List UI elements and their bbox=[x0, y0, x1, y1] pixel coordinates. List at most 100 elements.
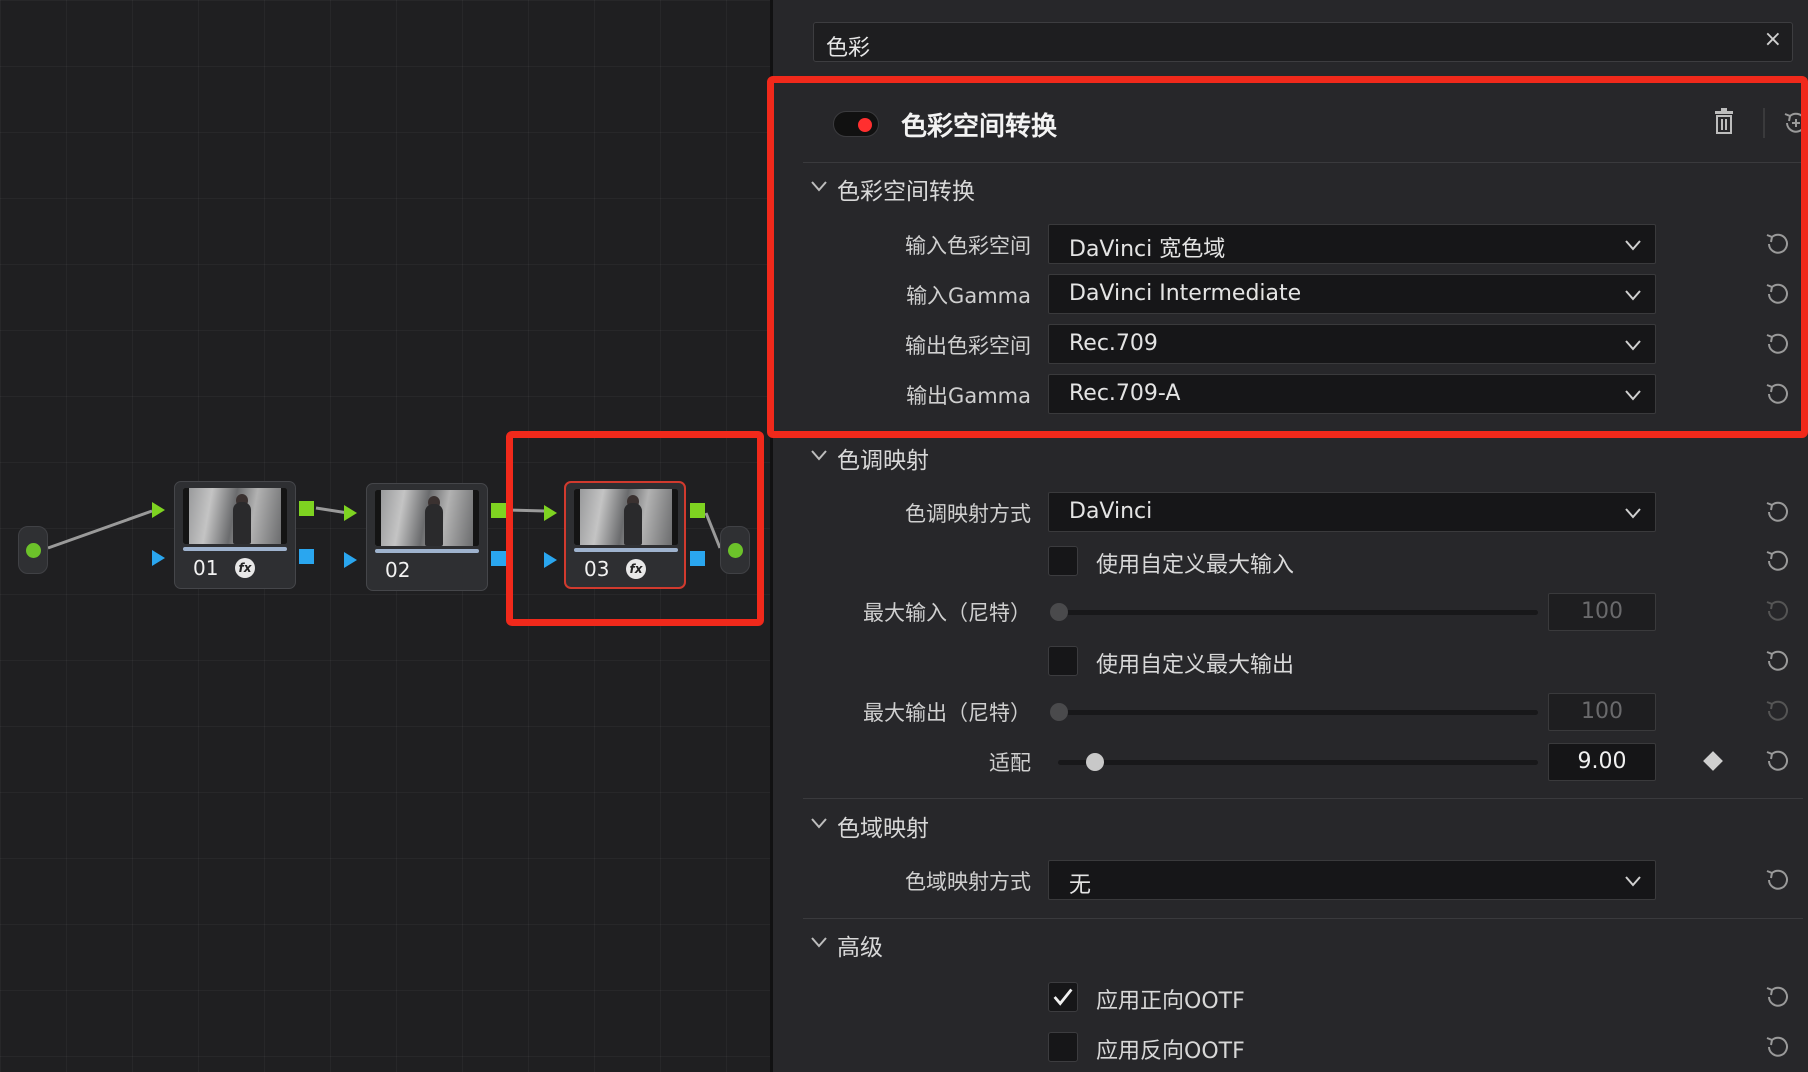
adaptation-label: 适配 bbox=[989, 751, 1031, 775]
tone-mapping-method-label: 色调映射方式 bbox=[905, 502, 1031, 526]
node-01-rgb-input-port[interactable] bbox=[152, 502, 165, 518]
reset-icon[interactable] bbox=[1763, 229, 1793, 259]
node-03-bar bbox=[574, 548, 678, 552]
dropdown-value: DaVinci bbox=[1069, 499, 1153, 524]
node-02-rgb-output-port[interactable] bbox=[491, 503, 506, 518]
max-input-slider-track[interactable] bbox=[1058, 610, 1538, 615]
output-pill[interactable] bbox=[720, 526, 750, 574]
adaptation-field[interactable]: 9.00 bbox=[1548, 743, 1656, 781]
header-separator bbox=[1763, 108, 1765, 138]
max-output-slider-knob[interactable] bbox=[1050, 703, 1068, 721]
node-03[interactable]: 03 fx bbox=[564, 481, 686, 589]
node-02-bar bbox=[375, 549, 479, 553]
max-input-slider-knob[interactable] bbox=[1050, 603, 1068, 621]
gamut-mapping-method-dropdown[interactable]: 无 bbox=[1048, 860, 1656, 900]
inspector-panel: 色彩 × 色彩空间转换 色彩空间转换 输入色彩空间 DaVinci 宽色域 输入… bbox=[767, 0, 1808, 1072]
checkmark-icon bbox=[1053, 988, 1073, 1006]
close-icon[interactable]: × bbox=[1764, 27, 1782, 52]
chevron-down-icon bbox=[1625, 340, 1641, 351]
node-01[interactable]: 01 fx bbox=[174, 481, 296, 589]
dropdown-value: Rec.709 bbox=[1069, 331, 1158, 356]
node-02-rgb-input-port[interactable] bbox=[344, 505, 357, 521]
node-02-key-input-port[interactable] bbox=[344, 552, 357, 568]
input-gamma-label: 输入Gamma bbox=[906, 284, 1031, 308]
chevron-down-icon bbox=[1625, 876, 1641, 887]
max-output-slider-track[interactable] bbox=[1058, 710, 1538, 715]
node-03-number: 03 bbox=[584, 557, 610, 581]
node-03-key-input-port[interactable] bbox=[544, 552, 557, 568]
reset-icon[interactable] bbox=[1763, 379, 1793, 409]
reset-all-icon[interactable] bbox=[1781, 108, 1808, 138]
effect-enable-toggle[interactable] bbox=[833, 111, 879, 137]
reset-icon[interactable] bbox=[1763, 696, 1793, 726]
apply-forward-ootf-checkbox[interactable] bbox=[1048, 982, 1078, 1012]
input-color-space-dropdown[interactable]: DaVinci 宽色域 bbox=[1048, 224, 1656, 264]
node-01-bar bbox=[183, 547, 287, 551]
output-gamma-label: 输出Gamma bbox=[906, 384, 1031, 408]
reset-icon[interactable] bbox=[1763, 1032, 1793, 1062]
node-02[interactable]: 02 bbox=[366, 483, 488, 591]
tone-mapping-method-dropdown[interactable]: DaVinci bbox=[1048, 492, 1656, 532]
custom-max-input-label: 使用自定义最大输入 bbox=[1096, 553, 1295, 578]
reset-icon[interactable] bbox=[1763, 497, 1793, 527]
output-color-space-label: 输出色彩空间 bbox=[905, 334, 1031, 358]
node-editor-panel[interactable]: 01 fx 02 03 fx bbox=[0, 0, 770, 1072]
source-input-dot[interactable] bbox=[26, 543, 41, 558]
node-03-rgb-input-port[interactable] bbox=[544, 505, 557, 521]
node-01-number: 01 bbox=[193, 556, 219, 580]
effect-header: 色彩空间转换 bbox=[803, 96, 1806, 152]
adaptation-slider-knob[interactable] bbox=[1086, 753, 1104, 771]
effect-title: 色彩空间转换 bbox=[901, 112, 1058, 142]
node-03-rgb-output-port[interactable] bbox=[690, 503, 705, 518]
reset-icon[interactable] bbox=[1763, 865, 1793, 895]
output-dot[interactable] bbox=[728, 543, 743, 558]
section-title: 色域映射 bbox=[837, 816, 929, 842]
apply-inverse-ootf-checkbox[interactable] bbox=[1048, 1032, 1078, 1062]
apply-forward-ootf-label: 应用正向OOTF bbox=[1096, 989, 1245, 1014]
max-output-nits-label: 最大输出（尼特） bbox=[863, 701, 1031, 725]
reset-icon[interactable] bbox=[1763, 596, 1793, 626]
chevron-down-icon bbox=[811, 818, 827, 829]
toggle-knob bbox=[858, 118, 872, 132]
chevron-down-icon bbox=[1625, 508, 1641, 519]
max-input-nits-label: 最大输入（尼特） bbox=[863, 601, 1031, 625]
chevron-down-icon bbox=[1625, 290, 1641, 301]
section-title: 高级 bbox=[837, 935, 883, 961]
trash-icon[interactable] bbox=[1713, 108, 1735, 134]
node-02-number: 02 bbox=[385, 558, 411, 582]
node-02-key-output-port[interactable] bbox=[491, 551, 506, 566]
search-input[interactable]: 色彩 × bbox=[813, 22, 1793, 62]
dropdown-value: 无 bbox=[1069, 873, 1092, 898]
search-value: 色彩 bbox=[826, 36, 871, 61]
chevron-down-icon bbox=[811, 937, 827, 948]
input-gamma-dropdown[interactable]: DaVinci Intermediate bbox=[1048, 274, 1656, 314]
reset-icon[interactable] bbox=[1763, 746, 1793, 776]
node-03-key-output-port[interactable] bbox=[690, 551, 705, 566]
output-gamma-dropdown[interactable]: Rec.709-A bbox=[1048, 374, 1656, 414]
custom-max-output-checkbox[interactable] bbox=[1048, 646, 1078, 676]
chevron-down-icon bbox=[811, 450, 827, 461]
custom-max-input-checkbox[interactable] bbox=[1048, 546, 1078, 576]
reset-icon[interactable] bbox=[1763, 546, 1793, 576]
section-title: 色彩空间转换 bbox=[837, 179, 975, 205]
dropdown-value: Rec.709-A bbox=[1069, 381, 1181, 406]
max-input-field[interactable]: 100 bbox=[1548, 593, 1656, 631]
node-02-thumbnail bbox=[375, 490, 479, 546]
chevron-down-icon bbox=[811, 181, 827, 192]
divider-line bbox=[803, 918, 1803, 919]
keyframe-diamond-icon[interactable] bbox=[1703, 751, 1723, 771]
reset-icon[interactable] bbox=[1763, 982, 1793, 1012]
fx-icon: fx bbox=[235, 558, 255, 578]
node-01-key-input-port[interactable] bbox=[152, 550, 165, 566]
reset-icon[interactable] bbox=[1763, 329, 1793, 359]
apply-inverse-ootf-label: 应用反向OOTF bbox=[1096, 1039, 1245, 1064]
output-color-space-dropdown[interactable]: Rec.709 bbox=[1048, 324, 1656, 364]
node-01-rgb-output-port[interactable] bbox=[299, 501, 314, 516]
node-01-key-output-port[interactable] bbox=[299, 549, 314, 564]
reset-icon[interactable] bbox=[1763, 646, 1793, 676]
source-input-pill[interactable] bbox=[18, 526, 48, 574]
section-title: 色调映射 bbox=[837, 448, 929, 474]
reset-icon[interactable] bbox=[1763, 279, 1793, 309]
adaptation-slider-track[interactable] bbox=[1058, 760, 1538, 765]
max-output-field[interactable]: 100 bbox=[1548, 693, 1656, 731]
